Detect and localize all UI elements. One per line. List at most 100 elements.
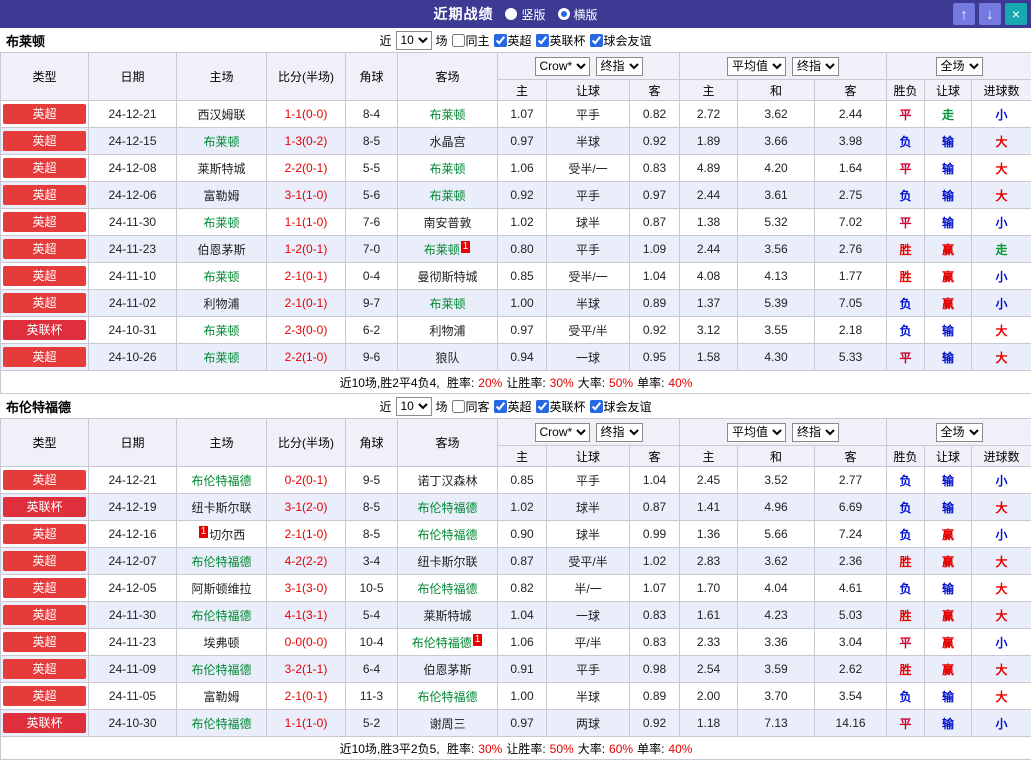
away-team-cell[interactable]: 布伦特福德	[398, 683, 498, 710]
date-cell: 24-11-30	[89, 602, 177, 629]
away-team-cell[interactable]: 狼队	[398, 344, 498, 371]
away-team-cell[interactable]: 谢周三	[398, 710, 498, 737]
scope-select[interactable]: 全场	[936, 423, 983, 442]
recent-count-select[interactable]: 10	[395, 397, 431, 416]
away-team-cell[interactable]: 纽卡斯尔联	[398, 548, 498, 575]
home-team-cell[interactable]: 富勒姆	[177, 683, 267, 710]
match-row: 英超24-10-26布莱顿2-2(1-0)9-6狼队0.94一球0.951.58…	[1, 344, 1031, 371]
final-odds-select[interactable]: 终指	[792, 57, 839, 76]
europe-away-odds: 1.77	[815, 263, 887, 290]
filter-option[interactable]: 球会友谊	[590, 32, 652, 49]
filter-checkbox[interactable]	[494, 34, 507, 47]
result-goals: 大	[972, 602, 1031, 629]
away-team-cell[interactable]: 曼彻斯特城	[398, 263, 498, 290]
handicap-line: 平手	[547, 656, 630, 683]
filter-option[interactable]: 球会友谊	[590, 398, 652, 415]
final-odds-select[interactable]: 终指	[596, 57, 643, 76]
filter-checkbox[interactable]	[451, 34, 464, 47]
away-team-cell[interactable]: 南安普敦	[398, 209, 498, 236]
away-team-cell[interactable]: 伯恩茅斯	[398, 656, 498, 683]
home-team-cell[interactable]: 布莱顿	[177, 344, 267, 371]
home-team-cell[interactable]: 布莱顿	[177, 263, 267, 290]
away-team-cell[interactable]: 水晶宫	[398, 128, 498, 155]
filter-label: 英联杯	[550, 398, 586, 415]
layout-vertical-option[interactable]: 竖版	[505, 6, 545, 23]
team-label: 纽卡斯尔联	[417, 555, 477, 569]
away-team-cell[interactable]: 莱斯特城	[398, 602, 498, 629]
filter-checkbox[interactable]	[536, 400, 549, 413]
average-select[interactable]: 平均值	[727, 57, 786, 76]
home-team-cell[interactable]: 布莱顿	[177, 317, 267, 344]
filter-option[interactable]: 同主	[451, 32, 489, 49]
away-team-cell[interactable]: 布莱顿	[398, 290, 498, 317]
bookmaker-select[interactable]: Crow*	[535, 423, 590, 442]
europe-draw-odds: 4.20	[738, 155, 815, 182]
filter-option[interactable]: 英联杯	[536, 32, 586, 49]
result-group: 全场	[887, 53, 1031, 80]
move-down-button[interactable]: ↓	[979, 3, 1001, 25]
filter-option[interactable]: 英超	[494, 398, 532, 415]
team-label: 利物浦	[429, 324, 465, 338]
home-team-cell[interactable]: 埃弗顿	[177, 629, 267, 656]
team-label: 布伦特福德	[191, 555, 251, 569]
handicap-away-odds: 0.83	[630, 602, 680, 629]
average-select[interactable]: 平均值	[727, 423, 786, 442]
home-team-cell[interactable]: 阿斯顿维拉	[177, 575, 267, 602]
away-team-cell[interactable]: 布伦特福德	[398, 575, 498, 602]
move-up-button[interactable]: ↑	[953, 3, 975, 25]
close-button[interactable]: ×	[1005, 3, 1027, 25]
home-team-cell[interactable]: 莱斯特城	[177, 155, 267, 182]
away-team-cell[interactable]: 诺丁汉森林	[398, 467, 498, 494]
home-team-cell[interactable]: 1切尔西	[177, 521, 267, 548]
window-buttons: ↑ ↓ ×	[953, 3, 1027, 25]
final-odds-select[interactable]: 终指	[792, 423, 839, 442]
recent-count-select[interactable]: 10	[395, 31, 431, 50]
filter-option[interactable]: 同客	[451, 398, 489, 415]
handicap-home-odds: 1.06	[498, 629, 547, 656]
filter-checkbox[interactable]	[590, 400, 603, 413]
home-team-cell[interactable]: 布莱顿	[177, 128, 267, 155]
away-team-cell[interactable]: 布伦特福德	[398, 521, 498, 548]
score-cell: 2-1(0-1)	[267, 290, 346, 317]
team-label: 莱斯特城	[197, 162, 245, 176]
summary-text: 40%	[668, 742, 692, 756]
home-team-cell[interactable]: 富勒姆	[177, 182, 267, 209]
final-odds-select[interactable]: 终指	[596, 423, 643, 442]
home-team-cell[interactable]: 利物浦	[177, 290, 267, 317]
result-goals: 大	[972, 128, 1031, 155]
filter-option[interactable]: 英联杯	[536, 398, 586, 415]
away-team-cell[interactable]: 布莱顿	[398, 182, 498, 209]
home-team-cell[interactable]: 布伦特福德	[177, 467, 267, 494]
home-team-cell[interactable]: 布莱顿	[177, 209, 267, 236]
europe-home-odds: 1.36	[680, 521, 738, 548]
home-team-cell[interactable]: 布伦特福德	[177, 656, 267, 683]
horizontal-radio-icon[interactable]	[558, 8, 570, 20]
away-team-cell[interactable]: 布伦特福德1	[398, 629, 498, 656]
home-team-cell[interactable]: 西汉姆联	[177, 101, 267, 128]
league-cell: 英联杯	[1, 710, 89, 737]
corners-cell: 10-4	[346, 629, 398, 656]
home-team-cell[interactable]: 伯恩茅斯	[177, 236, 267, 263]
layout-horizontal-option[interactable]: 横版	[558, 6, 598, 23]
away-team-cell[interactable]: 利物浦	[398, 317, 498, 344]
filter-checkbox[interactable]	[536, 34, 549, 47]
away-team-cell[interactable]: 布莱顿	[398, 101, 498, 128]
bookmaker-select[interactable]: Crow*	[535, 57, 590, 76]
filter-checkbox[interactable]	[590, 34, 603, 47]
result-outcome: 负	[887, 683, 925, 710]
score-cell: 2-2(1-0)	[267, 344, 346, 371]
scope-select[interactable]: 全场	[936, 57, 983, 76]
filter-checkbox[interactable]	[451, 400, 464, 413]
filter-option[interactable]: 英超	[494, 32, 532, 49]
filter-checkbox[interactable]	[494, 400, 507, 413]
result-outcome: 负	[887, 494, 925, 521]
away-team-cell[interactable]: 布莱顿1	[398, 236, 498, 263]
topbar: 近期战绩 竖版 横版 ↑ ↓ ×	[0, 0, 1031, 28]
away-team-cell[interactable]: 布莱顿	[398, 155, 498, 182]
home-team-cell[interactable]: 布伦特福德	[177, 602, 267, 629]
home-team-cell[interactable]: 纽卡斯尔联	[177, 494, 267, 521]
vertical-radio-icon[interactable]	[505, 8, 517, 20]
home-team-cell[interactable]: 布伦特福德	[177, 548, 267, 575]
away-team-cell[interactable]: 布伦特福德	[398, 494, 498, 521]
home-team-cell[interactable]: 布伦特福德	[177, 710, 267, 737]
